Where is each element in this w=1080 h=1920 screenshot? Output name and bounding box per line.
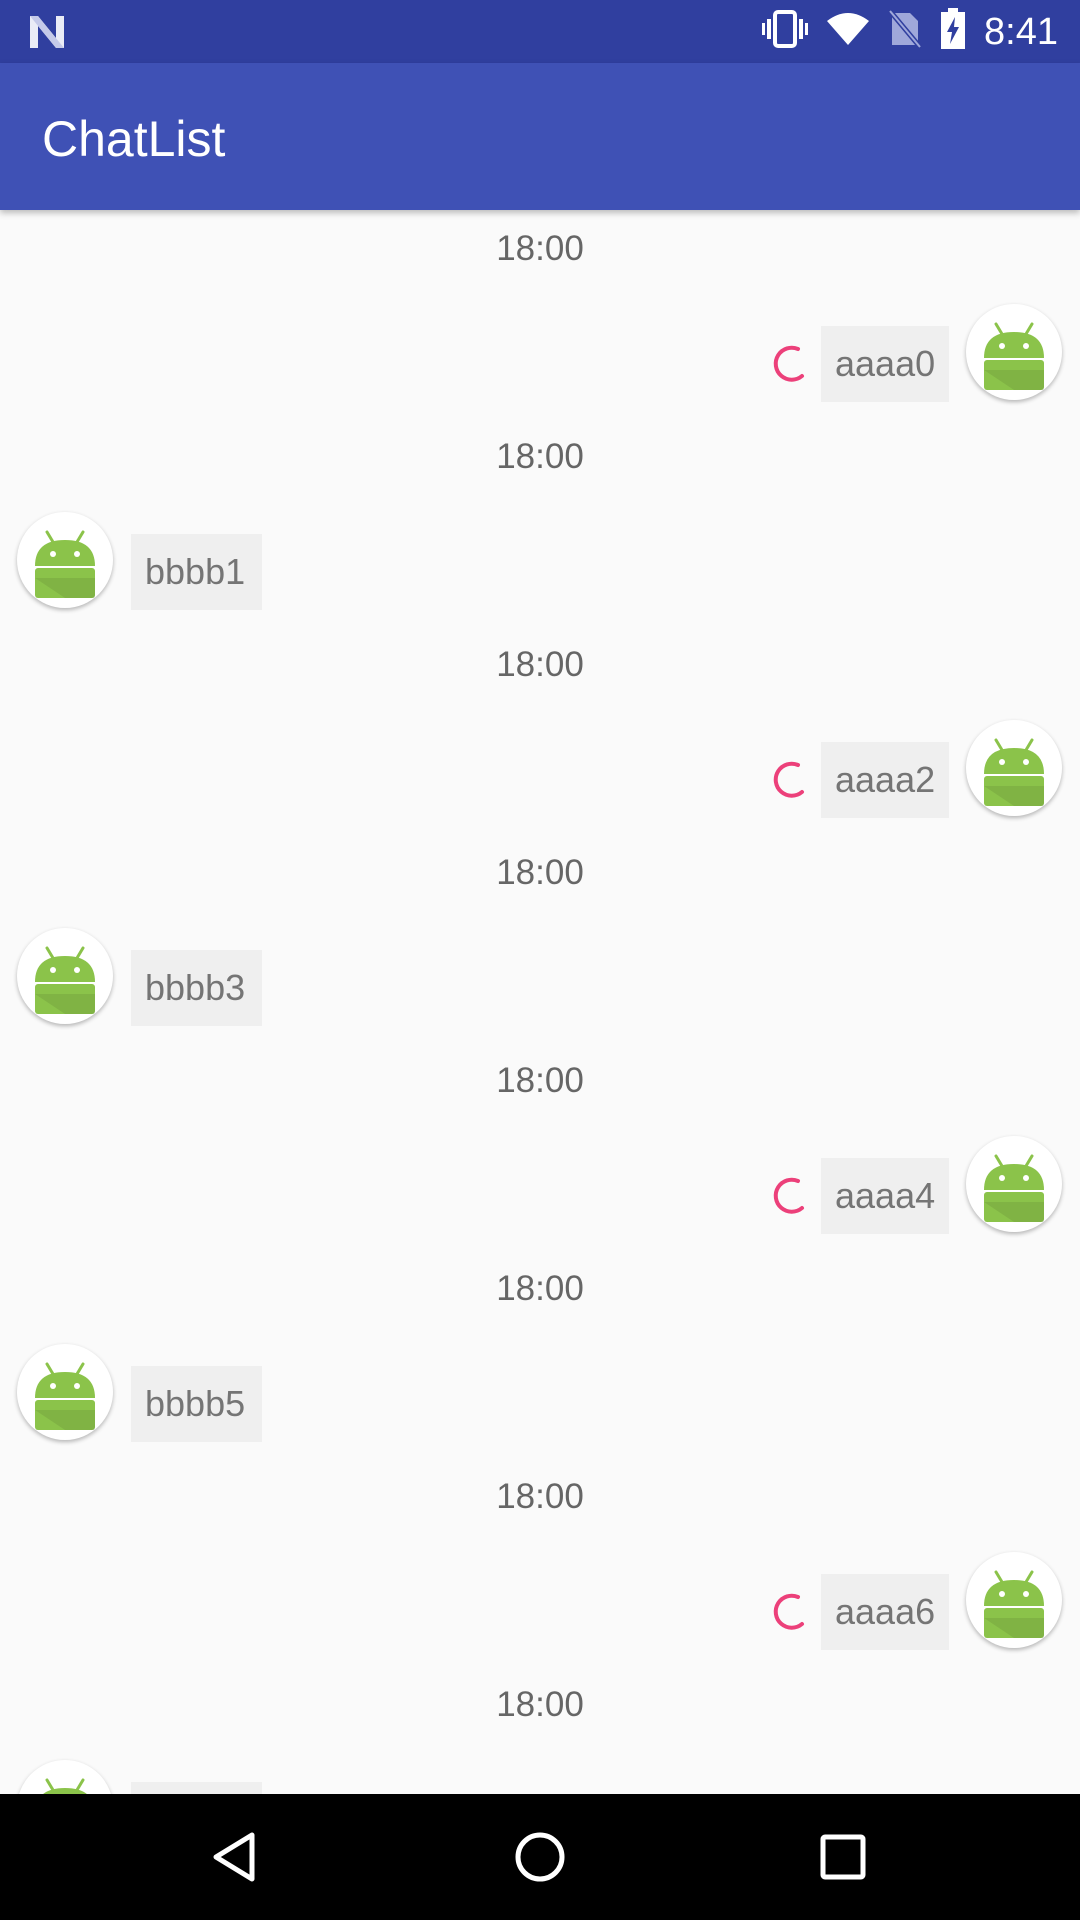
received-message-bubble[interactable] bbox=[131, 1782, 262, 1794]
sent-message-bubble[interactable]: aaaa4 bbox=[821, 1158, 949, 1234]
sent-message-bubble[interactable]: aaaa2 bbox=[821, 742, 949, 818]
message-timestamp: 18:00 bbox=[496, 853, 584, 892]
avatar[interactable] bbox=[17, 512, 113, 608]
android-icon bbox=[984, 322, 1044, 390]
android-icon bbox=[984, 1570, 1044, 1638]
sending-spinner-icon bbox=[768, 759, 810, 801]
message-timestamp: 18:00 bbox=[496, 437, 584, 476]
avatar[interactable] bbox=[966, 720, 1062, 816]
android-icon bbox=[35, 530, 95, 598]
battery-charging-icon bbox=[940, 8, 966, 55]
chat-row: 18:00 aaaa4 bbox=[0, 1042, 1080, 1250]
android-icon bbox=[35, 946, 95, 1014]
avatar[interactable] bbox=[966, 1136, 1062, 1232]
chat-row: 18:00 aaaa2 bbox=[0, 626, 1080, 834]
wifi-icon bbox=[826, 11, 870, 52]
chat-row: 18:00 bbbb3 bbox=[0, 834, 1080, 1042]
android-icon bbox=[984, 1154, 1044, 1222]
avatar[interactable] bbox=[17, 1344, 113, 1440]
back-icon[interactable] bbox=[210, 1827, 258, 1892]
message-timestamp: 18:00 bbox=[496, 1061, 584, 1100]
android-icon bbox=[35, 1362, 95, 1430]
clock: 8:41 bbox=[984, 10, 1058, 53]
vibrate-icon bbox=[762, 9, 809, 54]
message-timestamp: 18:00 bbox=[496, 1269, 584, 1308]
avatar[interactable] bbox=[966, 304, 1062, 400]
android-icon bbox=[984, 738, 1044, 806]
chat-row: 18:00 aaaa0 bbox=[0, 210, 1080, 418]
status-bar: 8:41 bbox=[0, 0, 1080, 63]
app-title: ChatList bbox=[42, 111, 226, 167]
navigation-bar bbox=[0, 1794, 1080, 1920]
home-icon[interactable] bbox=[510, 1827, 570, 1892]
sending-spinner-icon bbox=[768, 1175, 810, 1217]
message-timestamp: 18:00 bbox=[496, 1685, 584, 1724]
message-timestamp: 18:00 bbox=[496, 645, 584, 684]
sending-spinner-icon bbox=[768, 343, 810, 385]
received-message-bubble[interactable]: bbbb1 bbox=[131, 534, 262, 610]
sent-message-bubble[interactable]: aaaa0 bbox=[821, 326, 949, 402]
avatar[interactable] bbox=[17, 928, 113, 1024]
chat-row: 18:00 bbbb5 bbox=[0, 1250, 1080, 1458]
sending-spinner-icon bbox=[768, 1591, 810, 1633]
notification-n-icon bbox=[28, 14, 66, 55]
received-message-bubble[interactable]: bbbb5 bbox=[131, 1366, 262, 1442]
no-sim-icon bbox=[888, 9, 922, 54]
app-bar: ChatList bbox=[0, 63, 1080, 210]
android-icon bbox=[35, 1778, 95, 1794]
chat-list[interactable]: 18:00 aaaa0 18:00 bbbb1 18:00 aaaa2 18:00 bbbb3… bbox=[0, 210, 1080, 1794]
avatar[interactable] bbox=[17, 1760, 113, 1794]
sent-message-bubble[interactable]: aaaa6 bbox=[821, 1574, 949, 1650]
message-timestamp: 18:00 bbox=[496, 1477, 584, 1516]
chat-row: 18:00 aaaa6 bbox=[0, 1458, 1080, 1666]
received-message-bubble[interactable]: bbbb3 bbox=[131, 950, 262, 1026]
recents-icon[interactable] bbox=[818, 1827, 868, 1892]
chat-row: 18:00 bbox=[0, 1666, 1080, 1794]
avatar[interactable] bbox=[966, 1552, 1062, 1648]
message-timestamp: 18:00 bbox=[496, 229, 584, 268]
chat-row: 18:00 bbbb1 bbox=[0, 418, 1080, 626]
